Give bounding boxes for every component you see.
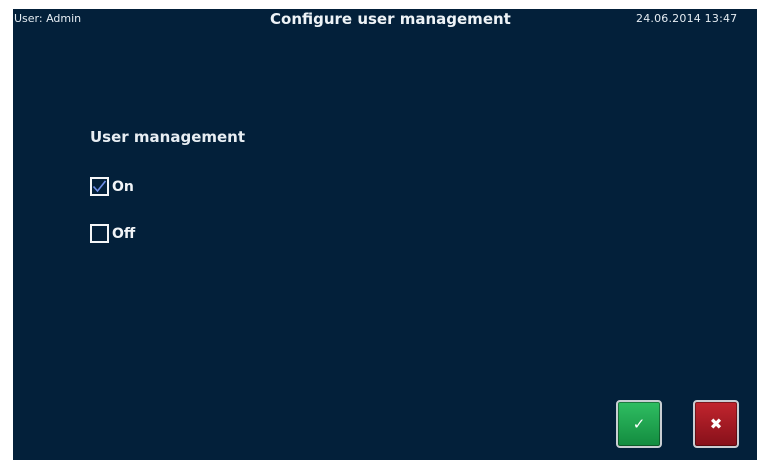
page-title: Configure user management <box>270 10 511 28</box>
checkmark-icon <box>92 180 107 193</box>
cancel-button[interactable]: ✖ <box>693 400 739 448</box>
checkmark-icon: ✓ <box>632 414 646 433</box>
confirm-button[interactable]: ✓ <box>616 400 662 448</box>
hmi-screen: User: Admin Configure user management 24… <box>13 9 757 460</box>
on-label: On <box>112 178 134 195</box>
user-management-on-option[interactable]: On <box>90 177 134 196</box>
user-management-off-option[interactable]: Off <box>90 224 135 243</box>
user-management-label: User management <box>90 128 246 146</box>
off-label: Off <box>112 225 136 242</box>
datetime: 24.06.2014 13:47 <box>636 12 738 25</box>
off-checkbox[interactable] <box>90 224 109 243</box>
cross-icon: ✖ <box>709 414 723 433</box>
current-user: User: Admin <box>14 12 82 25</box>
on-checkbox[interactable] <box>90 177 109 196</box>
